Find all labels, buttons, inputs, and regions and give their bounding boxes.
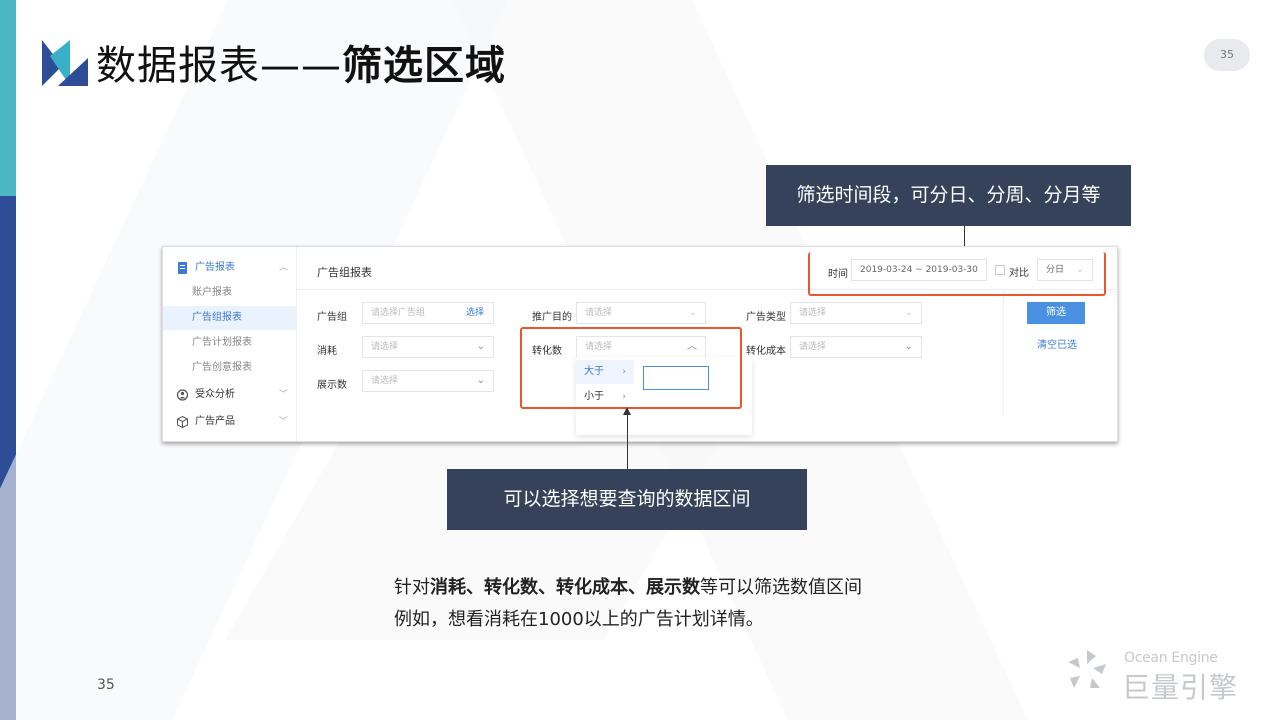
sidebar-item-label: 广告报表 — [195, 262, 235, 273]
sidebar-item-ad-report[interactable]: 广告报表 ︿ — [163, 256, 296, 280]
audience-icon — [177, 389, 188, 401]
chevron-down-icon: ⌄ — [476, 375, 485, 386]
ocean-engine-icon — [1068, 650, 1106, 688]
ad-group-select-link[interactable]: 选择 — [466, 303, 484, 323]
left-accent-bar-top — [0, 0, 16, 196]
cost-label: 消耗 — [317, 346, 337, 357]
cost-select[interactable]: 请选择 ⌄ — [362, 336, 494, 358]
ad-group-select[interactable]: 请选择广告组 选择 — [362, 302, 494, 324]
brand-english: Ocean Engine — [1124, 650, 1218, 666]
chevron-down-icon: ⌄ — [904, 307, 913, 318]
sidebar-item-product[interactable]: 广告产品 ﹀ — [163, 410, 296, 434]
sidebar-item-creative-report[interactable]: 广告创意报表 — [163, 356, 296, 380]
brand-chinese: 巨量引擎 — [1122, 671, 1239, 704]
slide-logo-icon — [42, 40, 88, 86]
chevron-down-icon: ﹀ — [278, 390, 288, 400]
sidebar-item-audience[interactable]: 受众分析 ﹀ — [163, 383, 296, 407]
chevron-down-icon: ⌄ — [904, 341, 913, 352]
chevron-down-icon: ⌄ — [688, 307, 697, 318]
sidebar-item-adgroup-report[interactable]: 广告组报表 — [163, 306, 296, 330]
filter-button[interactable]: 筛选 — [1027, 302, 1085, 324]
page-title: 数据报表——筛选区域 — [96, 43, 506, 89]
description-line-1: 针对消耗、转化数、转化成本、展示数等可以筛选数值区间 — [394, 577, 862, 598]
ad-type-select[interactable]: 请选择 ⌄ — [790, 302, 922, 324]
callout-range-filter: 可以选择想要查询的数据区间 — [447, 469, 807, 530]
ad-group-label: 广告组 — [317, 312, 347, 323]
chevron-up-icon: ︿ — [278, 263, 288, 273]
action-divider — [1003, 290, 1004, 416]
page-number: 35 — [97, 677, 115, 693]
sidebar: 广告报表 ︿ 账户报表 广告组报表 广告计划报表 广告创意报表 受众分析 ﹀ 广… — [163, 247, 297, 441]
sidebar-item-account-report[interactable]: 账户报表 — [163, 281, 296, 305]
conversion-cost-label: 转化成本 — [746, 346, 786, 357]
highlight-time-area — [808, 252, 1106, 296]
chevron-down-icon: ⌄ — [476, 341, 485, 352]
page-badge: 35 — [1204, 39, 1250, 71]
conversion-cost-select[interactable]: 请选择 ⌄ — [790, 336, 922, 358]
callout-arrow-line — [627, 414, 628, 470]
impression-select[interactable]: 请选择 ⌄ — [362, 370, 494, 392]
purpose-label: 推广目的 — [532, 312, 572, 323]
report-icon — [178, 262, 187, 274]
highlight-range-area — [520, 327, 742, 409]
ad-type-label: 广告类型 — [746, 312, 786, 323]
description-line-2: 例如，想看消耗在1000以上的广告计划详情。 — [394, 609, 764, 630]
callout-time-filter: 筛选时间段，可分日、分周、分月等 — [766, 165, 1131, 226]
brand-logo: Ocean Engine 巨量引擎 — [1062, 646, 1252, 704]
impression-label: 展示数 — [317, 380, 347, 391]
arrow-up-icon — [623, 407, 631, 415]
cube-icon — [177, 416, 188, 428]
sidebar-item-plan-report[interactable]: 广告计划报表 — [163, 331, 296, 355]
chevron-down-icon: ﹀ — [278, 417, 288, 427]
main-title: 广告组报表 — [317, 266, 372, 279]
purpose-select[interactable]: 请选择 ⌄ — [576, 302, 706, 324]
clear-selection-link[interactable]: 清空已选 — [1037, 336, 1077, 351]
